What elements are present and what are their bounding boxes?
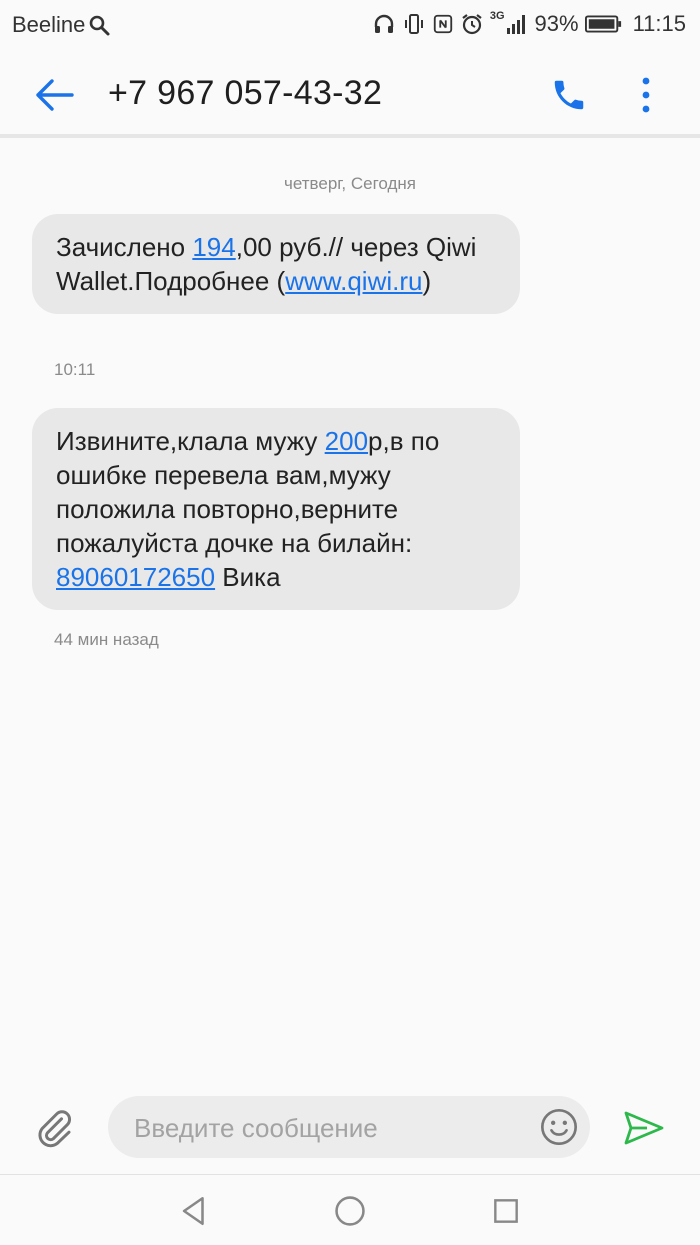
network-type: 3G — [489, 10, 505, 22]
search-icon — [90, 15, 110, 36]
compose-bar — [0, 1080, 700, 1174]
app-bar-divider — [0, 134, 700, 138]
phone-number-link[interactable]: 89060172650 — [56, 562, 215, 592]
nav-back-button[interactable] — [172, 1189, 216, 1233]
arrow-left-icon — [36, 79, 74, 111]
date-separator: четверг, Сегодня — [283, 174, 416, 193]
message-time-1: 10:11 — [54, 360, 96, 379]
message-input-container — [108, 1096, 590, 1160]
nav-home-button[interactable] — [328, 1189, 372, 1233]
send-button[interactable] — [620, 1106, 668, 1150]
smiley-icon — [541, 1109, 577, 1145]
signal-icon — [506, 15, 525, 34]
message-text: Зачислено 194,00 руб.// через Qiwi Walle… — [56, 232, 477, 296]
message-bubble-2[interactable]: Извините,клала мужу 200р,в по ошибке пер… — [32, 408, 520, 610]
message-time-2: 44 мин назад — [54, 630, 159, 649]
alarm-icon — [462, 14, 482, 35]
battery-percent: 93% — [534, 11, 579, 36]
more-options-button[interactable] — [626, 72, 666, 118]
nfc-icon — [433, 14, 453, 34]
status-icons: 3G 93% 11:15 — [372, 10, 686, 38]
message-text: Извините,клала мужу 200р,в по ошибке пер… — [56, 426, 440, 592]
vibrate-icon — [404, 14, 423, 34]
url-link[interactable]: www.qiwi.ru — [285, 266, 422, 296]
message-input[interactable] — [132, 1096, 516, 1160]
call-button[interactable] — [546, 72, 592, 118]
phone-icon — [554, 80, 584, 110]
emoji-button[interactable] — [538, 1106, 580, 1148]
back-button[interactable] — [30, 74, 78, 116]
headphones-icon — [374, 14, 394, 33]
carrier: Beeline — [12, 12, 111, 38]
more-vert-icon — [642, 77, 650, 113]
navigation-bar — [0, 1174, 700, 1245]
nav-recents-button[interactable] — [484, 1189, 528, 1233]
app-bar: +7 967 057-43-32 — [0, 50, 700, 136]
message-bubble-1[interactable]: Зачислено 194,00 руб.// через Qiwi Walle… — [32, 214, 520, 314]
recents-square-icon — [494, 1199, 518, 1223]
clock: 11:15 — [632, 11, 686, 36]
back-triangle-icon — [182, 1196, 204, 1226]
amount-link[interactable]: 194 — [192, 232, 235, 262]
battery-icon — [584, 15, 621, 33]
status-bar: Beeline 3G 93% 11:15 — [0, 0, 700, 50]
send-icon — [624, 1111, 664, 1145]
amount-link[interactable]: 200 — [325, 426, 368, 456]
carrier-label: Beeline — [12, 12, 86, 37]
home-circle-icon — [335, 1196, 365, 1226]
paperclip-icon — [38, 1110, 72, 1148]
attach-button[interactable] — [30, 1104, 78, 1152]
contact-title: +7 967 057-43-32 — [108, 74, 383, 112]
